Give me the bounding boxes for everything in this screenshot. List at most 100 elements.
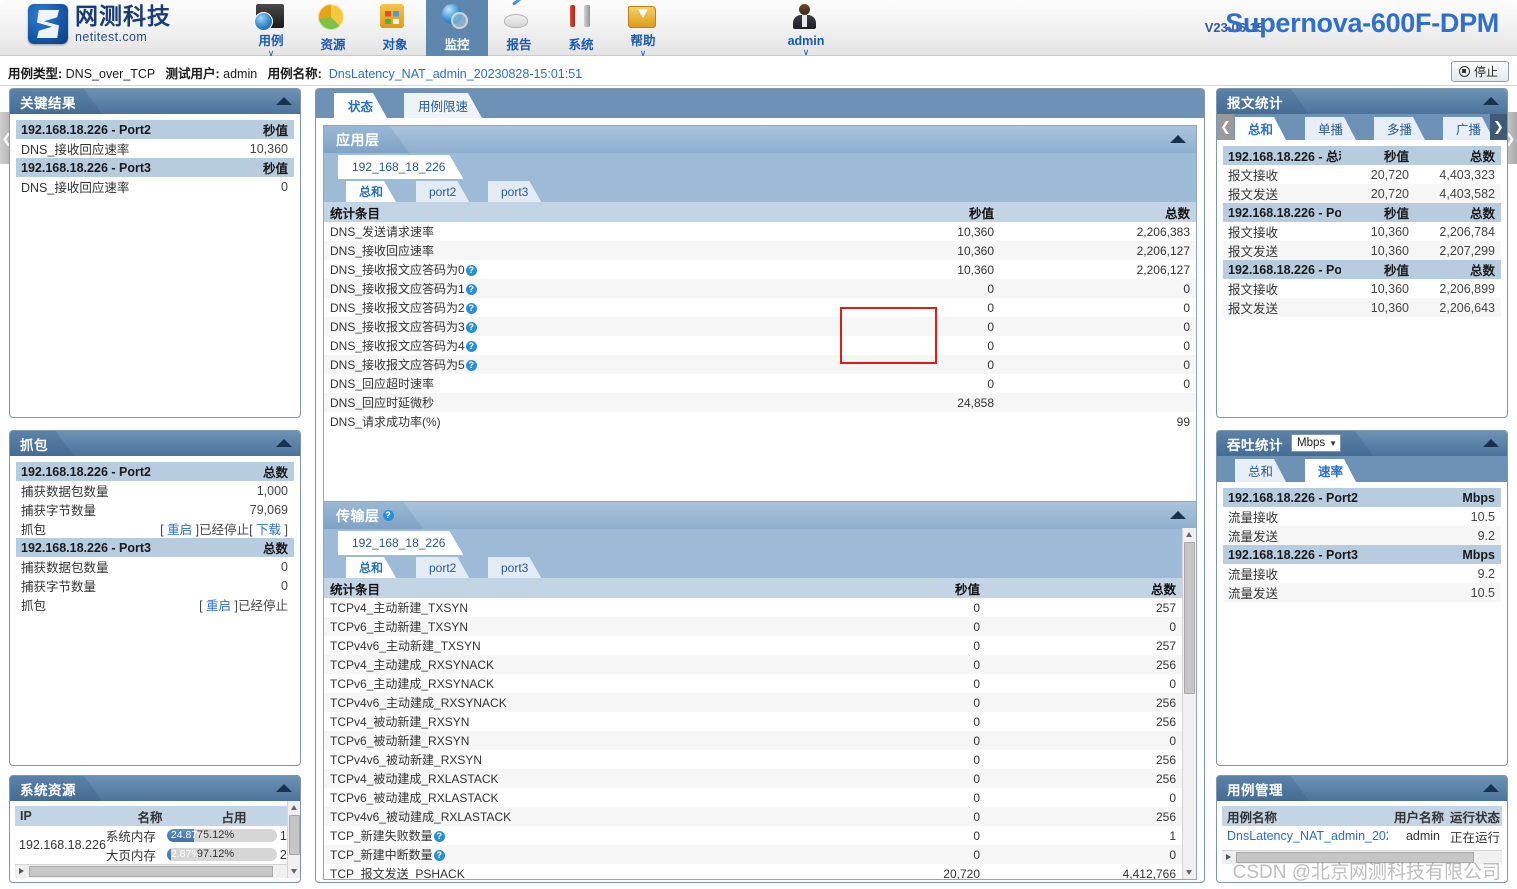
nav-item-monitor[interactable]: 监控: [426, 0, 488, 56]
table-row: 系统内存 24.87% 75.12% 12859: [106, 826, 287, 845]
nav-item-help[interactable]: 帮助 ∨: [612, 0, 674, 58]
tab-port2[interactable]: port2: [416, 557, 469, 578]
nav-item-case[interactable]: 用例 ∨: [240, 0, 302, 58]
tab-label: 速率: [1318, 465, 1344, 479]
scroll-up-arrow[interactable]: [288, 801, 300, 814]
collapse-icon[interactable]: [276, 784, 292, 792]
stat-sec-value: 0: [987, 376, 994, 391]
collapse-icon[interactable]: [276, 439, 292, 447]
tab-port2[interactable]: port2: [416, 181, 469, 202]
tab-label: 单播: [1318, 123, 1344, 137]
scroll-right-arrow[interactable]: [1222, 851, 1235, 864]
tab-rate-limit[interactable]: 用例限速: [404, 93, 482, 118]
table-header-row: 统计条目 秒值 总数: [324, 578, 1182, 598]
nav-item-system[interactable]: 系统: [550, 0, 612, 56]
stop-button[interactable]: 停止: [1450, 61, 1509, 82]
sysres-hscrollbar[interactable]: [15, 864, 287, 878]
case-name-link[interactable]: DnsLatency_NAT_admin_2023082...: [1222, 829, 1388, 843]
tab-total[interactable]: 总和: [1235, 459, 1286, 482]
help-icon[interactable]: ?: [465, 284, 477, 295]
nav-item-resource[interactable]: 资源: [302, 0, 364, 56]
col-header-status: 运行状态: [1449, 810, 1500, 825]
stat-total-value: 257: [1155, 638, 1176, 653]
stat-item: DNS_接收报文应答码为2?: [324, 298, 876, 317]
panel-title: 吞吐统计: [1227, 437, 1283, 453]
scroll-thumb[interactable]: [289, 815, 300, 855]
collapse-icon[interactable]: [276, 97, 292, 105]
help-icon[interactable]: ?: [433, 831, 445, 842]
help-icon[interactable]: ?: [465, 341, 477, 352]
collapse-icon[interactable]: [1170, 511, 1186, 519]
tab-unicast[interactable]: 单播: [1305, 117, 1356, 140]
case-type-label: 用例类型:: [8, 67, 63, 81]
help-icon[interactable]: ?: [465, 265, 477, 276]
tab-label: port3: [501, 184, 529, 199]
scroll-thumb[interactable]: [1236, 852, 1474, 863]
table-row[interactable]: DnsLatency_NAT_admin_2023082... admin 正在…: [1222, 826, 1502, 846]
panel-case-management: 用例管理 用例名称 用户名称 运行状态 DnsLatency_NAT_admin…: [1216, 775, 1508, 883]
stat-sec-value: 0: [862, 655, 1032, 674]
stat-sec-value: 0: [973, 752, 980, 767]
scroll-up-arrow[interactable]: [1183, 528, 1196, 541]
tab-label: 总和: [1248, 465, 1274, 479]
capture-restart-link[interactable]: 重启: [206, 599, 231, 613]
sysres-vscrollbar[interactable]: [287, 801, 300, 878]
panel-title: 报文统计: [1227, 95, 1283, 111]
nav-item-admin[interactable]: admin ∨: [775, 0, 837, 57]
stat-sec-value: 0: [876, 355, 1046, 374]
collapse-icon[interactable]: [1170, 135, 1186, 143]
tab-broadcast[interactable]: 广播: [1443, 117, 1494, 140]
case-hscrollbar[interactable]: [1222, 850, 1502, 864]
help-icon[interactable]: ?: [465, 303, 477, 314]
help-icon[interactable]: ?: [465, 322, 477, 333]
metric-value: 79,069: [249, 502, 288, 517]
scroll-thumb[interactable]: [1184, 542, 1195, 694]
tab-port3[interactable]: port3: [488, 181, 541, 202]
help-icon[interactable]: ?: [433, 850, 445, 861]
table-row: TCPv4v6_主动建成_RXSYNACK 0 256: [324, 693, 1182, 712]
tab-rate[interactable]: 速率: [1305, 459, 1356, 482]
tab-port3[interactable]: port3: [488, 557, 541, 578]
tab-port-total[interactable]: 总和: [346, 557, 396, 578]
col-sec: 秒值: [876, 202, 1046, 222]
capture-restart-link[interactable]: 重启: [167, 523, 192, 537]
throughput-tab-strip: 总和 速率: [1217, 456, 1507, 482]
tab-status[interactable]: 状态: [334, 93, 387, 118]
capture-download-link[interactable]: 下载: [256, 523, 281, 537]
scroll-right-arrow[interactable]: [15, 865, 28, 878]
group-header: 192.168.18.226 - 总和 秒值 总数: [1223, 146, 1501, 165]
stop-icon: [1458, 66, 1470, 77]
stat-sec-value: 0: [876, 317, 1046, 336]
tab-ip-192-168-18-226[interactable]: 192_168_18_226: [338, 531, 463, 555]
collapse-icon[interactable]: [1483, 784, 1499, 792]
help-icon[interactable]: ?: [465, 360, 477, 371]
panel-packet-statistics: 报文统计 ❮ 总和 单播 多播 广播 ❯ 192.168.18.226 - 总和…: [1216, 88, 1508, 418]
scroll-down-arrow[interactable]: [288, 865, 300, 878]
stat-sec-value: 0: [973, 714, 980, 729]
case-name-link[interactable]: DnsLatency_NAT_admin_20230828-15:01:51: [329, 67, 582, 81]
stat-total-value: 0: [1183, 338, 1190, 353]
tabs-scroll-left-icon[interactable]: ❮: [1217, 114, 1234, 140]
scroll-thumb[interactable]: [29, 866, 273, 877]
help-icon[interactable]: ?: [383, 510, 394, 521]
unit-select[interactable]: Mbps ▼: [1291, 434, 1342, 452]
nav-item-report[interactable]: 报告: [488, 0, 550, 56]
list-item: 流量接收 10.5: [1223, 507, 1501, 526]
tab-ip-192-168-18-226[interactable]: 192_168_18_226: [338, 155, 463, 179]
nav-item-object[interactable]: 对象: [364, 0, 426, 56]
stat-total-value: 0: [1046, 355, 1196, 374]
tab-multicast[interactable]: 多播: [1374, 117, 1425, 140]
stat-sec-value: 0: [987, 300, 994, 315]
collapse-icon[interactable]: [1483, 439, 1499, 447]
tabs-scroll-right-icon[interactable]: ❯: [1490, 114, 1507, 140]
stat-item: TCPv6_被动建成_RXLASTACK: [330, 791, 499, 805]
tab-total[interactable]: 总和: [1235, 117, 1286, 140]
table-row: DNS_接收报文应答码为3? 0 0: [324, 317, 1196, 336]
collapse-icon[interactable]: [1483, 97, 1499, 105]
group-header-label: 192.168.18.226 - Port3: [1228, 262, 1341, 277]
transport-vscrollbar[interactable]: [1182, 528, 1196, 879]
stat-item: TCP_新建中断数量?: [324, 845, 862, 864]
tab-port-total[interactable]: 总和: [346, 181, 396, 202]
scroll-down-arrow[interactable]: [1183, 866, 1196, 879]
test-user-value: admin: [223, 67, 258, 81]
